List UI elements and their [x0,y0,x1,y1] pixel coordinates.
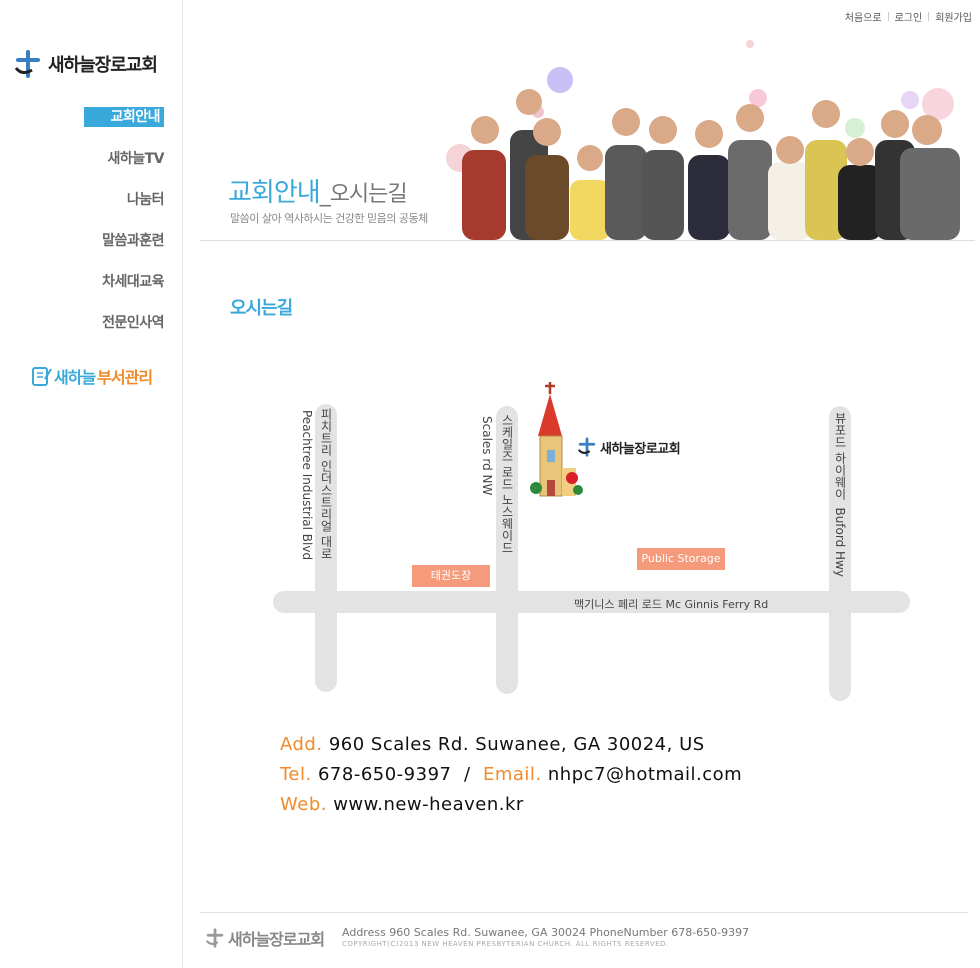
road-label-mcginnis: 맥기니스 페리 로드 Mc Ginnis Ferry Rd [574,598,769,611]
road-label-scales-en: Scales rd NW [480,416,494,496]
page-banner: 교회안내_오시는길 말씀이 살아 역사하시는 건강한 믿음의 공동체 [200,0,975,241]
contact-address: Add. 960 Scales Rd. Suwanee, GA 30024, U… [280,734,705,755]
nav-item-next-gen[interactable]: 차세대교육 [102,271,164,291]
dept-management-link[interactable]: 새하늘 부서관리 [30,364,153,388]
cross-logo-icon [577,437,596,457]
nav-item-label: 교회안내 [84,107,164,127]
church-building-icon [530,382,583,497]
dept-label-2: 부서관리 [97,368,153,387]
section-title: 오시는길 [230,298,293,319]
road-label-buford: 뷰포드 하이웨이 Buford Hwy [832,412,849,577]
footer-address: Address 960 Scales Rd. Suwanee, GA 30024… [342,926,750,939]
tel-value: 678-650-9397 [317,764,452,785]
cross-logo-icon [205,928,224,948]
footer-divider [200,912,968,913]
congregation-photo [446,40,960,240]
map-church-label: 새하늘장로교회 [576,436,681,458]
web-value[interactable]: www.new-heaven.kr [333,794,524,815]
road-label-peachtree-ko: 피치트리 인더스트리얼 대로 [319,408,333,560]
web-label: Web. [280,794,327,815]
road-scales [496,406,518,694]
nav-item-professional[interactable]: 전문인사역 [102,312,164,332]
banner-title-main: 교회안내 [228,178,321,208]
logo-text: 새하늘장로교회 [48,55,158,76]
banner-subtitle: 말씀이 살아 역사하시는 건강한 믿음의 공동체 [230,212,428,225]
banner-title-sub: _오시는길 [319,182,408,207]
email-value[interactable]: nhpc7@hotmail.com [548,764,742,785]
road-label-peachtree-en: Peachtree Industrial Blvd [300,410,314,561]
nav-item-church-info[interactable]: 교회안내 [84,106,164,127]
footer-logo-text: 새하늘장로교회 [228,930,325,949]
address-label: Add. [280,734,323,755]
nav-item-word-training[interactable]: 말씀과훈련 [102,230,164,250]
tel-label: Tel. [280,764,312,785]
footer-copyright: COPYRIGHT(C)2013 NEW HEAVEN PRESBYTERIAN… [342,940,669,948]
road-label-scales-ko: 스케일즈 로드 노스웨이드 [500,414,514,554]
landmark-public-storage: Public Storage [637,548,725,570]
road-label-buford-en: Buford Hwy [833,507,847,577]
contact-phone-email: Tel. 678-650-9397 / Email. nhpc7@hotmail… [280,764,742,785]
cross-logo-icon [14,50,40,78]
dept-label-1: 새하늘 [54,368,96,387]
road-buford [829,406,851,701]
address-value: 960 Scales Rd. Suwanee, GA 30024, US [328,734,705,755]
footer-logo: 새하늘장로교회 [204,926,325,950]
road-mcginnis [273,591,910,613]
nav-item-sharing[interactable]: 나눔터 [127,189,165,209]
banner-title: 교회안내_오시는길 [228,172,408,209]
notebook-icon [32,367,52,386]
contact-slash: / [463,764,471,785]
contact-web: Web. www.new-heaven.kr [280,794,524,815]
road-peachtree [315,404,337,692]
map-church-name: 새하늘장로교회 [600,441,681,457]
nav-item-tv[interactable]: 새하늘TV [107,148,164,168]
road-label-buford-ko: 뷰포드 하이웨이 [833,412,847,500]
landmark-taekwondo: 태권도장 [412,565,490,587]
email-label: Email. [482,764,542,785]
sidebar: 새하늘장로교회 교회안내 새하늘TV 나눔터 말씀과훈련 차세대교육 전문인사역… [0,0,183,968]
church-logo[interactable]: 새하늘장로교회 [12,48,158,80]
